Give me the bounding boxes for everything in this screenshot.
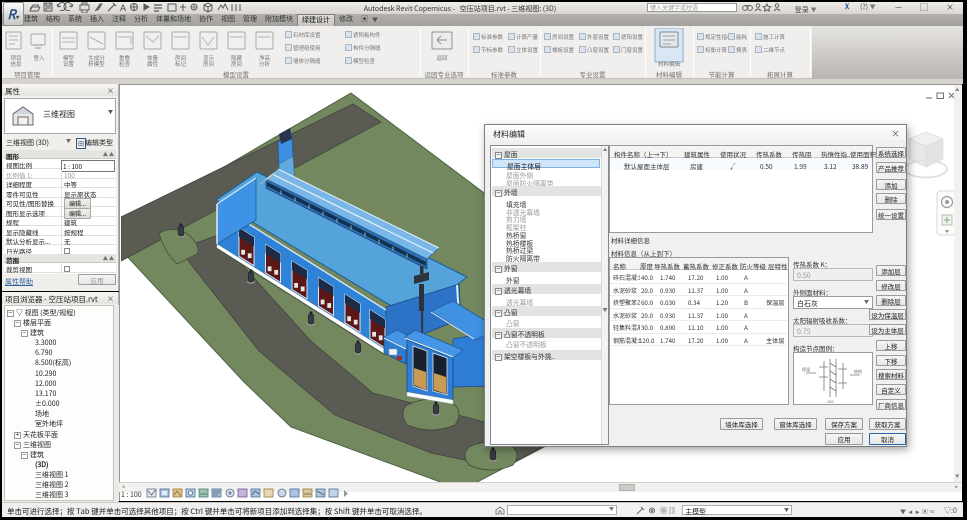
svg-text:A: A <box>120 3 126 13</box>
svg-text:结构: 结构 <box>854 368 862 374</box>
svg-text:保温: 保温 <box>802 366 810 372</box>
svg-text:120: 120 <box>827 399 834 404</box>
